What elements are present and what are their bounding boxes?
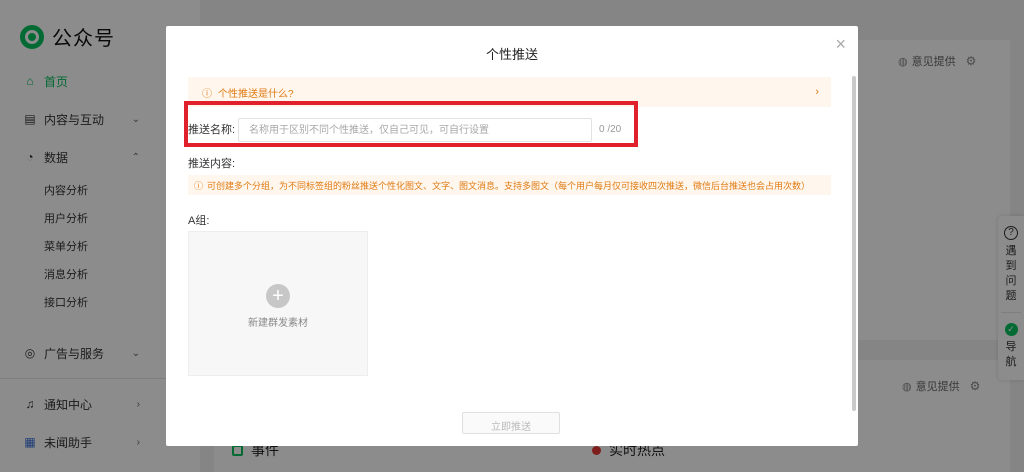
info-circle-icon: ⓘ [202,88,212,100]
chevron-right-icon: › [815,86,819,98]
push-now-button[interactable]: 立即推送 [462,412,560,434]
push-content-label: 推送内容: [188,158,236,170]
new-material-button[interactable]: + 新建群发素材 [188,231,368,376]
close-icon[interactable]: × [835,34,846,55]
personalized-push-dialog: 个性推送 × ⓘ 个性推送是什么? › 推送名称: 0 /20 推送内容: ⓘ … [166,26,858,446]
push-content-warning: ⓘ 可创建多个分组，为不同标签组的粉丝推送个性化图文、文字、图文消息。支持多图文… [188,175,831,195]
group-a-label: A组: [188,215,210,227]
info-circle-icon: ⓘ [194,180,204,191]
highlight-box [184,101,638,147]
dialog-scrollbar[interactable] [852,76,856,411]
warning-text: 可创建多个分组，为不同标签组的粉丝推送个性化图文、文字、图文消息。支持多图文（每… [207,180,811,191]
dialog-title: 个性推送 [485,47,538,62]
plus-icon: + [266,284,290,308]
new-material-label: 新建群发素材 [248,318,308,329]
tip-text: 个性推送是什么? [218,88,294,100]
